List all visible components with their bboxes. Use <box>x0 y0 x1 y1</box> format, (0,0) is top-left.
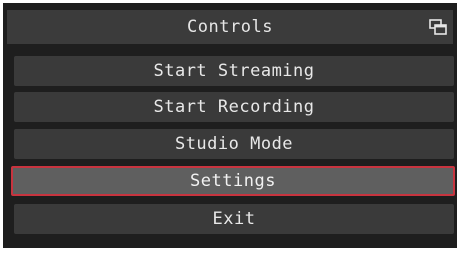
start-recording-button[interactable]: Start Recording <box>14 92 454 122</box>
exit-button[interactable]: Exit <box>14 204 454 234</box>
studio-mode-button[interactable]: Studio Mode <box>14 129 454 159</box>
settings-button[interactable]: Settings <box>11 166 455 196</box>
undock-icon[interactable] <box>429 19 447 35</box>
dock-title: Controls <box>187 17 273 37</box>
controls-dock: Controls Start Streaming Start Recording… <box>3 3 457 248</box>
start-streaming-button[interactable]: Start Streaming <box>14 56 454 86</box>
dock-title-bar[interactable]: Controls <box>7 10 453 44</box>
